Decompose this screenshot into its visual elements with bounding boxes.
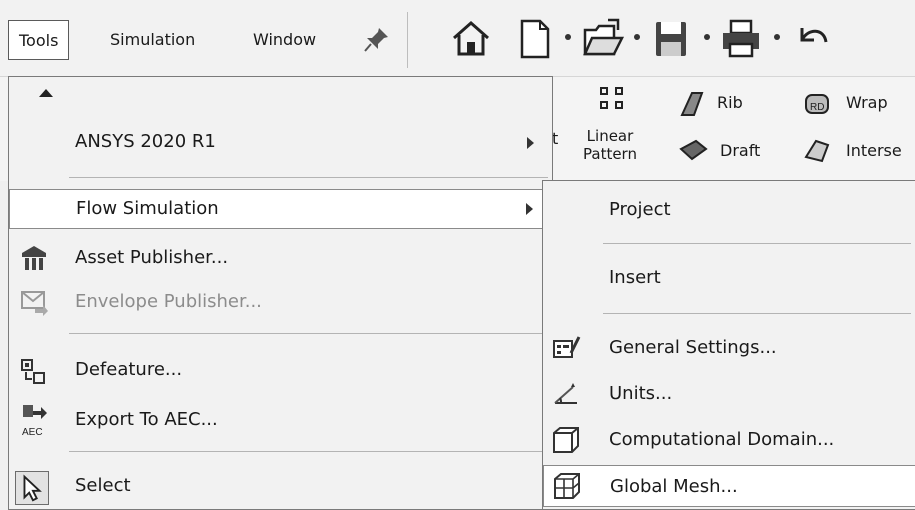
new-document-icon[interactable] xyxy=(512,16,558,62)
submenu-item-label: Global Mesh... xyxy=(610,476,738,497)
menu-item-flow-simulation[interactable]: Flow Simulation xyxy=(9,189,552,229)
menu-item-select[interactable]: Select xyxy=(9,463,552,509)
submenu-item-label: Insert xyxy=(609,267,661,288)
submenu-item-global-mesh[interactable]: Global Mesh... xyxy=(543,465,915,507)
save-dropdown-dot[interactable] xyxy=(704,34,710,40)
submenu-item-project[interactable]: Project xyxy=(543,187,915,233)
draft-label[interactable]: Draft xyxy=(720,141,760,160)
submenu-item-units[interactable]: Units... xyxy=(543,373,915,415)
menu-item-defeature[interactable]: Defeature... xyxy=(9,349,552,393)
undo-icon[interactable] xyxy=(790,16,836,62)
open-folder-icon[interactable] xyxy=(580,16,626,62)
general-settings-icon xyxy=(553,336,581,358)
menu-item-label: Export To AEC... xyxy=(75,409,218,430)
save-icon[interactable] xyxy=(648,16,694,62)
submenu-item-insert[interactable]: Insert xyxy=(543,255,915,301)
rib-icon[interactable] xyxy=(678,89,708,119)
defeature-icon xyxy=(21,359,45,384)
menu-bar: Tools Simulation Window xyxy=(0,0,915,76)
flow-simulation-submenu: Project Insert General Settings... Units… xyxy=(542,180,915,510)
scroll-up-arrow-icon xyxy=(39,89,53,97)
menu-item-label: ANSYS 2020 R1 xyxy=(75,131,216,152)
linear-pattern-label[interactable]: Linear Pattern xyxy=(583,127,637,163)
menu-separator xyxy=(69,451,548,452)
menu-item-label: Flow Simulation xyxy=(76,198,219,219)
menu-item-label: Defeature... xyxy=(75,359,183,380)
print-icon[interactable] xyxy=(718,16,764,62)
menu-scroll-up[interactable] xyxy=(9,77,552,107)
submenu-item-computational-domain[interactable]: Computational Domain... xyxy=(543,419,915,461)
menu-window[interactable]: Window xyxy=(243,20,326,60)
menu-item-envelope-publisher[interactable]: Envelope Publisher... xyxy=(9,281,552,323)
svg-text:RD: RD xyxy=(810,102,824,113)
submenu-separator xyxy=(603,243,911,244)
open-dropdown-dot[interactable] xyxy=(634,34,640,40)
intersect-icon[interactable] xyxy=(802,135,832,165)
units-icon xyxy=(554,383,577,404)
menu-item-asset-publisher[interactable]: Asset Publisher... xyxy=(9,237,552,279)
asset-publisher-icon xyxy=(22,246,46,270)
rib-label[interactable]: Rib xyxy=(717,93,743,112)
wrap-icon[interactable]: RD xyxy=(802,89,832,119)
menu-item-ansys[interactable]: ANSYS 2020 R1 xyxy=(9,123,552,163)
home-icon[interactable] xyxy=(448,16,494,62)
wrap-label[interactable]: Wrap xyxy=(846,93,888,112)
print-dropdown-dot[interactable] xyxy=(774,34,780,40)
export-aec-icon: AEC xyxy=(22,405,47,438)
submenu-item-label: Project xyxy=(609,199,671,220)
toolbar-separator xyxy=(407,12,408,68)
tools-menu: ANSYS 2020 R1 Flow Simulation Asset Publ… xyxy=(8,76,553,510)
linear-pattern-label-line1: Linear xyxy=(586,127,634,145)
submenu-arrow-icon xyxy=(526,203,533,215)
submenu-item-label: Units... xyxy=(609,383,673,404)
computational-domain-icon xyxy=(553,427,579,453)
menu-tools[interactable]: Tools xyxy=(8,20,70,60)
linear-pattern-icon[interactable] xyxy=(598,85,628,115)
menu-item-export-aec[interactable]: AEC Export To AEC... xyxy=(9,397,552,441)
linear-pattern-label-line2: Pattern xyxy=(583,145,637,163)
select-cursor-icon xyxy=(15,471,49,505)
menu-item-label: Select xyxy=(75,475,131,496)
menu-item-label: Asset Publisher... xyxy=(75,247,229,268)
menu-simulation[interactable]: Simulation xyxy=(100,20,205,60)
menu-item-label: Envelope Publisher... xyxy=(75,291,262,312)
pin-icon[interactable] xyxy=(362,24,392,54)
intersect-label[interactable]: Interse xyxy=(846,141,902,160)
submenu-arrow-icon xyxy=(527,137,534,149)
submenu-item-general-settings[interactable]: General Settings... xyxy=(543,327,915,369)
aec-icon-text: AEC xyxy=(22,427,43,438)
menu-separator xyxy=(69,333,548,334)
global-mesh-icon xyxy=(554,473,580,499)
envelope-publisher-icon xyxy=(21,291,48,316)
draft-icon[interactable] xyxy=(678,135,708,165)
new-dropdown-dot[interactable] xyxy=(565,34,571,40)
submenu-separator xyxy=(603,313,911,314)
submenu-item-label: Computational Domain... xyxy=(609,429,835,450)
submenu-item-label: General Settings... xyxy=(609,337,777,358)
menu-separator xyxy=(69,177,548,178)
